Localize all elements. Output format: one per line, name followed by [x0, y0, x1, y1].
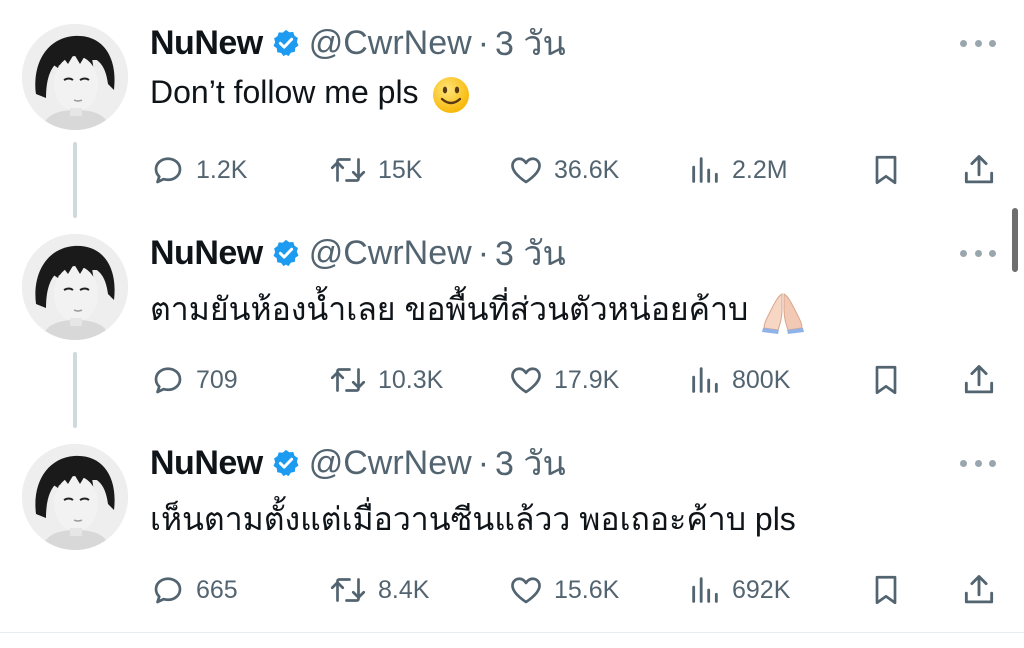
like-count: 36.6K [554, 155, 620, 184]
verified-badge-icon [271, 448, 301, 478]
tweet[interactable]: NuNew @CwrNew · 3 วัน ตามยันห้องน้ำเลย ข… [0, 228, 1024, 438]
like-button[interactable]: 36.6K [508, 150, 619, 190]
timestamp[interactable]: 3 วัน [495, 436, 566, 490]
views-count: 2.2M [732, 155, 788, 184]
tweet-header: NuNew @CwrNew · 3 วัน [150, 438, 566, 488]
timestamp[interactable]: 3 วัน [495, 16, 566, 70]
display-name[interactable]: NuNew [150, 444, 263, 483]
bookmark-icon [875, 365, 897, 395]
heart-icon [511, 157, 541, 184]
avatar[interactable] [22, 444, 128, 550]
retweet-icon [330, 578, 366, 602]
tweet-actions: 1.2K 15K 36.6K 2.2M [150, 150, 1010, 190]
tweet-text: Don’t follow me pls [150, 74, 471, 115]
views-bars-icon [692, 367, 718, 393]
avatar[interactable] [22, 24, 128, 130]
handle[interactable]: @CwrNew [309, 234, 472, 273]
retweet-button[interactable]: 10.3K [328, 360, 443, 400]
reply-count: 665 [196, 575, 238, 604]
reply-count: 709 [196, 365, 238, 394]
retweet-button[interactable]: 15K [328, 150, 422, 190]
separator: · [477, 233, 490, 272]
divider [0, 632, 1024, 633]
more-dots-icon[interactable] [960, 250, 996, 260]
heart-icon [511, 577, 541, 604]
retweet-count: 10.3K [378, 365, 444, 394]
handle[interactable]: @CwrNew [309, 444, 472, 483]
tweet-header: NuNew @CwrNew · 3 วัน [150, 228, 566, 278]
share-button[interactable] [960, 360, 998, 400]
views-count: 800K [732, 365, 791, 394]
like-button[interactable]: 17.9K [508, 360, 619, 400]
slightly-smiling-face-emoji-icon [432, 76, 469, 113]
share-button[interactable] [960, 570, 998, 610]
more-dots-icon[interactable] [960, 460, 996, 470]
tweet[interactable]: NuNew @CwrNew · 3 วัน เห็นตามตั้งแต่เมื่… [0, 438, 1024, 648]
tweet-text-content: ตามยันห้องน้ำเลย ขอพื้นที่ส่วนตัวหน่อยค้… [150, 291, 749, 327]
views-button[interactable]: 800K [688, 360, 790, 400]
display-name[interactable]: NuNew [150, 234, 263, 273]
timestamp[interactable]: 3 วัน [495, 226, 566, 280]
bookmark-button[interactable] [868, 570, 904, 610]
reply-count: 1.2K [196, 155, 248, 184]
bookmark-button[interactable] [868, 360, 904, 400]
handle[interactable]: @CwrNew [309, 24, 472, 63]
separator: · [477, 443, 490, 482]
like-count: 15.6K [554, 575, 620, 604]
reply-button[interactable]: 1.2K [150, 150, 247, 190]
tweet-text-content: เห็นตามตั้งแต่เมื่อวานซีนแล้วว พอเถอะค้า… [150, 501, 796, 537]
share-upload-icon [964, 155, 994, 184]
heart-icon [511, 367, 541, 394]
reply-button[interactable]: 709 [150, 360, 238, 400]
retweet-icon [330, 158, 366, 182]
bookmark-icon [875, 155, 897, 185]
views-count: 692K [732, 575, 791, 604]
tweet[interactable]: NuNew @CwrNew · 3 วัน Don’t follow me pl… [0, 18, 1024, 228]
retweet-icon [330, 368, 366, 392]
bookmark-button[interactable] [868, 150, 904, 190]
display-name[interactable]: NuNew [150, 24, 263, 63]
tweet-actions: 709 10.3K 17.9K 800K [150, 360, 1010, 400]
views-button[interactable]: 692K [688, 570, 790, 610]
tweet-text-content: Don’t follow me pls [150, 74, 419, 110]
verified-badge-icon [271, 238, 301, 268]
bookmark-icon [875, 575, 897, 605]
scrollbar[interactable] [1012, 208, 1018, 272]
tweet-text: ตามยันห้องน้ำเลย ขอพื้นที่ส่วนตัวหน่อยค้… [150, 284, 806, 335]
tweet-header: NuNew @CwrNew · 3 วัน [150, 18, 566, 68]
tweet-text: เห็นตามตั้งแต่เมื่อวานซีนแล้วว พอเถอะค้า… [150, 494, 796, 545]
tweet-actions: 665 8.4K 15.6K 692K [150, 570, 1010, 610]
more-dots-icon[interactable] [960, 40, 996, 50]
reply-button[interactable]: 665 [150, 570, 238, 610]
views-bars-icon [692, 577, 718, 603]
reply-bubble-icon [154, 367, 182, 394]
views-bars-icon [692, 157, 718, 183]
retweet-count: 15K [378, 155, 423, 184]
retweet-count: 8.4K [378, 575, 430, 604]
avatar[interactable] [22, 234, 128, 340]
retweet-button[interactable]: 8.4K [328, 570, 429, 610]
views-button[interactable]: 2.2M [688, 150, 788, 190]
like-button[interactable]: 15.6K [508, 570, 619, 610]
separator: · [477, 23, 490, 62]
share-button[interactable] [960, 150, 998, 190]
reply-bubble-icon [154, 577, 182, 604]
share-upload-icon [964, 365, 994, 394]
verified-badge-icon [271, 28, 301, 58]
like-count: 17.9K [554, 365, 620, 394]
share-upload-icon [964, 575, 994, 604]
reply-bubble-icon [154, 157, 182, 184]
folded-hands-emoji-icon [762, 292, 805, 334]
